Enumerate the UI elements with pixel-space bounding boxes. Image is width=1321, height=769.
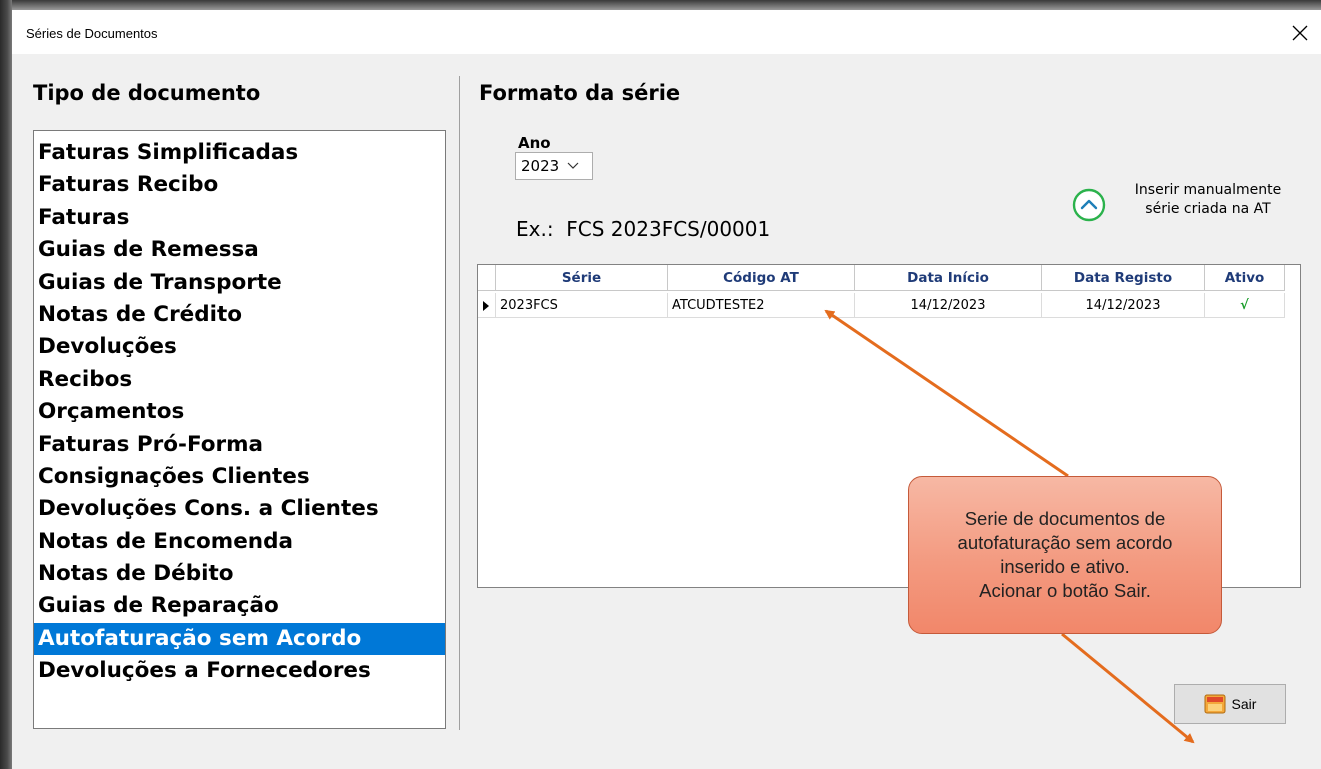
list-item-orcamentos[interactable]: Orçamentos [34,396,445,428]
list-item-guias-de-reparacao[interactable]: Guias de Reparação [34,590,445,622]
list-item-autofaturacao-sem-acordo[interactable]: Autofaturação sem Acordo [34,622,445,656]
list-item-devolucoes[interactable]: Devoluções [34,331,445,363]
column-header-ativo[interactable]: Ativo [1205,265,1285,291]
insert-manual-line2: série criada na AT [1145,201,1271,217]
window-title: Séries de Documentos [26,26,158,41]
column-header-data-inicio[interactable]: Data Início [855,265,1042,291]
window-shadow-left [0,0,12,769]
list-item-faturas-pro-forma[interactable]: Faturas Pró-Forma [34,429,445,461]
row-pointer-icon [483,300,489,311]
window: Séries de Documentos Tipo de documento F… [0,0,1321,769]
chevron-up-circle-icon [1072,188,1106,222]
year-select-value: 2023 [521,157,560,175]
grid-row-indicator-header [478,265,496,291]
cell-ativo-check[interactable]: √ [1205,293,1285,318]
exit-button[interactable]: Sair [1174,684,1286,724]
close-button[interactable] [1283,18,1317,48]
list-item-recibos[interactable]: Recibos [34,364,445,396]
list-item-guias-de-remessa[interactable]: Guias de Remessa [34,234,445,266]
insert-manual-line1: Inserir manualmente [1134,182,1282,198]
column-header-data-registo[interactable]: Data Registo [1042,265,1205,291]
chevron-down-icon [567,162,579,169]
panel-divider [459,76,460,730]
cell-serie[interactable]: 2023FCS [496,293,668,318]
annotation-callout: Serie de documentos de autofaturação sem… [908,476,1222,634]
list-item-consignacoes-clientes[interactable]: Consignações Clientes [34,461,445,493]
cell-codigo-at[interactable]: ATCUDTESTE2 [668,293,855,318]
title-bar: Séries de Documentos [12,10,1321,54]
list-item-faturas[interactable]: Faturas [34,202,445,234]
list-item-faturas-recibo[interactable]: Faturas Recibo [34,169,445,201]
column-header-codigo-at[interactable]: Código AT [668,265,855,291]
list-item-notas-de-debito[interactable]: Notas de Débito [34,558,445,590]
document-type-heading: Tipo de documento [33,81,261,105]
year-select[interactable]: 2023 [515,152,593,180]
close-icon [1292,25,1308,41]
series-format-heading: Formato da série [479,81,681,105]
column-header-serie[interactable]: Série [496,265,668,291]
table-row[interactable]: 2023FCS ATCUDTESTE2 14/12/2023 14/12/202… [478,293,1300,319]
grid-header: Série Código AT Data Início Data Registo… [478,265,1300,293]
cell-data-inicio[interactable]: 14/12/2023 [855,293,1042,318]
document-type-list[interactable]: Faturas Simplificadas Faturas Recibo Fat… [33,130,446,729]
callout-line-4: Acionar o botão Sair. [979,580,1151,601]
row-indicator [478,293,496,318]
callout-line-1: Serie de documentos de [964,508,1166,529]
list-item-guias-de-transporte[interactable]: Guias de Transporte [34,267,445,299]
year-label: Ano [518,134,551,152]
dialog-client-area: Tipo de documento Faturas Simplificadas … [12,54,1321,769]
exit-button-label: Sair [1231,696,1257,712]
list-item-notas-de-encomenda[interactable]: Notas de Encomenda [34,526,445,558]
list-item-devolucoes-cons-a-clientes[interactable]: Devoluções Cons. a Clientes [34,493,445,525]
series-example: Ex.: FCS 2023FCS/00001 [516,217,771,241]
callout-line-3: inserido e ativo. [1000,556,1130,577]
dialog-frame: Séries de Documentos Tipo de documento F… [12,10,1321,769]
exit-door-icon [1204,694,1226,714]
list-item-notas-de-credito[interactable]: Notas de Crédito [34,299,445,331]
insert-manual-series-text: Inserir manualmente série criada na AT [1110,181,1306,219]
insert-manual-series-link[interactable]: Inserir manualmente série criada na AT [1072,176,1307,236]
callout-line-2: autofaturação sem acordo [957,532,1173,553]
list-item-devolucoes-a-fornecedores[interactable]: Devoluções a Fornecedores [34,655,445,687]
list-item-faturas-simplificadas[interactable]: Faturas Simplificadas [34,137,445,169]
cell-data-registo[interactable]: 14/12/2023 [1042,293,1205,318]
window-shadow-top [0,0,1321,10]
